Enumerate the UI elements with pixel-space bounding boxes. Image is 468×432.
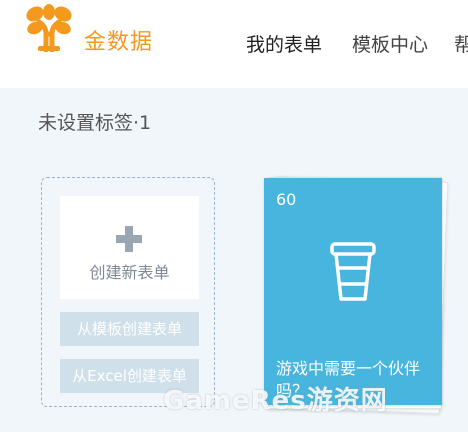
create-new-form-button[interactable]: 创建新表单 <box>60 196 199 299</box>
plus-icon <box>116 226 142 252</box>
cup-icon <box>330 242 376 301</box>
logo-text[interactable]: 金数据 <box>84 24 153 56</box>
nav-template-center[interactable]: 模板中心 <box>352 30 428 57</box>
create-form-panel: 创建新表单 从模板创建表单 从Excel创建表单 <box>41 177 215 407</box>
watermark: GameRes游资网 <box>163 386 388 416</box>
create-new-form-label: 创建新表单 <box>89 263 170 282</box>
response-count: 60 <box>276 190 297 209</box>
create-from-template-button[interactable]: 从模板创建表单 <box>60 312 199 346</box>
nav-help[interactable]: 帮 <box>454 30 468 57</box>
top-header: 金数据 我的表单 模板中心 帮 <box>0 0 468 88</box>
tree-logo-icon[interactable] <box>22 4 76 52</box>
tag-group-title: 未设置标签·1 <box>38 112 152 134</box>
nav-my-forms[interactable]: 我的表单 <box>246 30 322 57</box>
form-card-stack: 60 游戏中需要一个伙伴吗？ <box>262 175 448 415</box>
form-card[interactable]: 60 游戏中需要一个伙伴吗？ <box>264 178 442 405</box>
